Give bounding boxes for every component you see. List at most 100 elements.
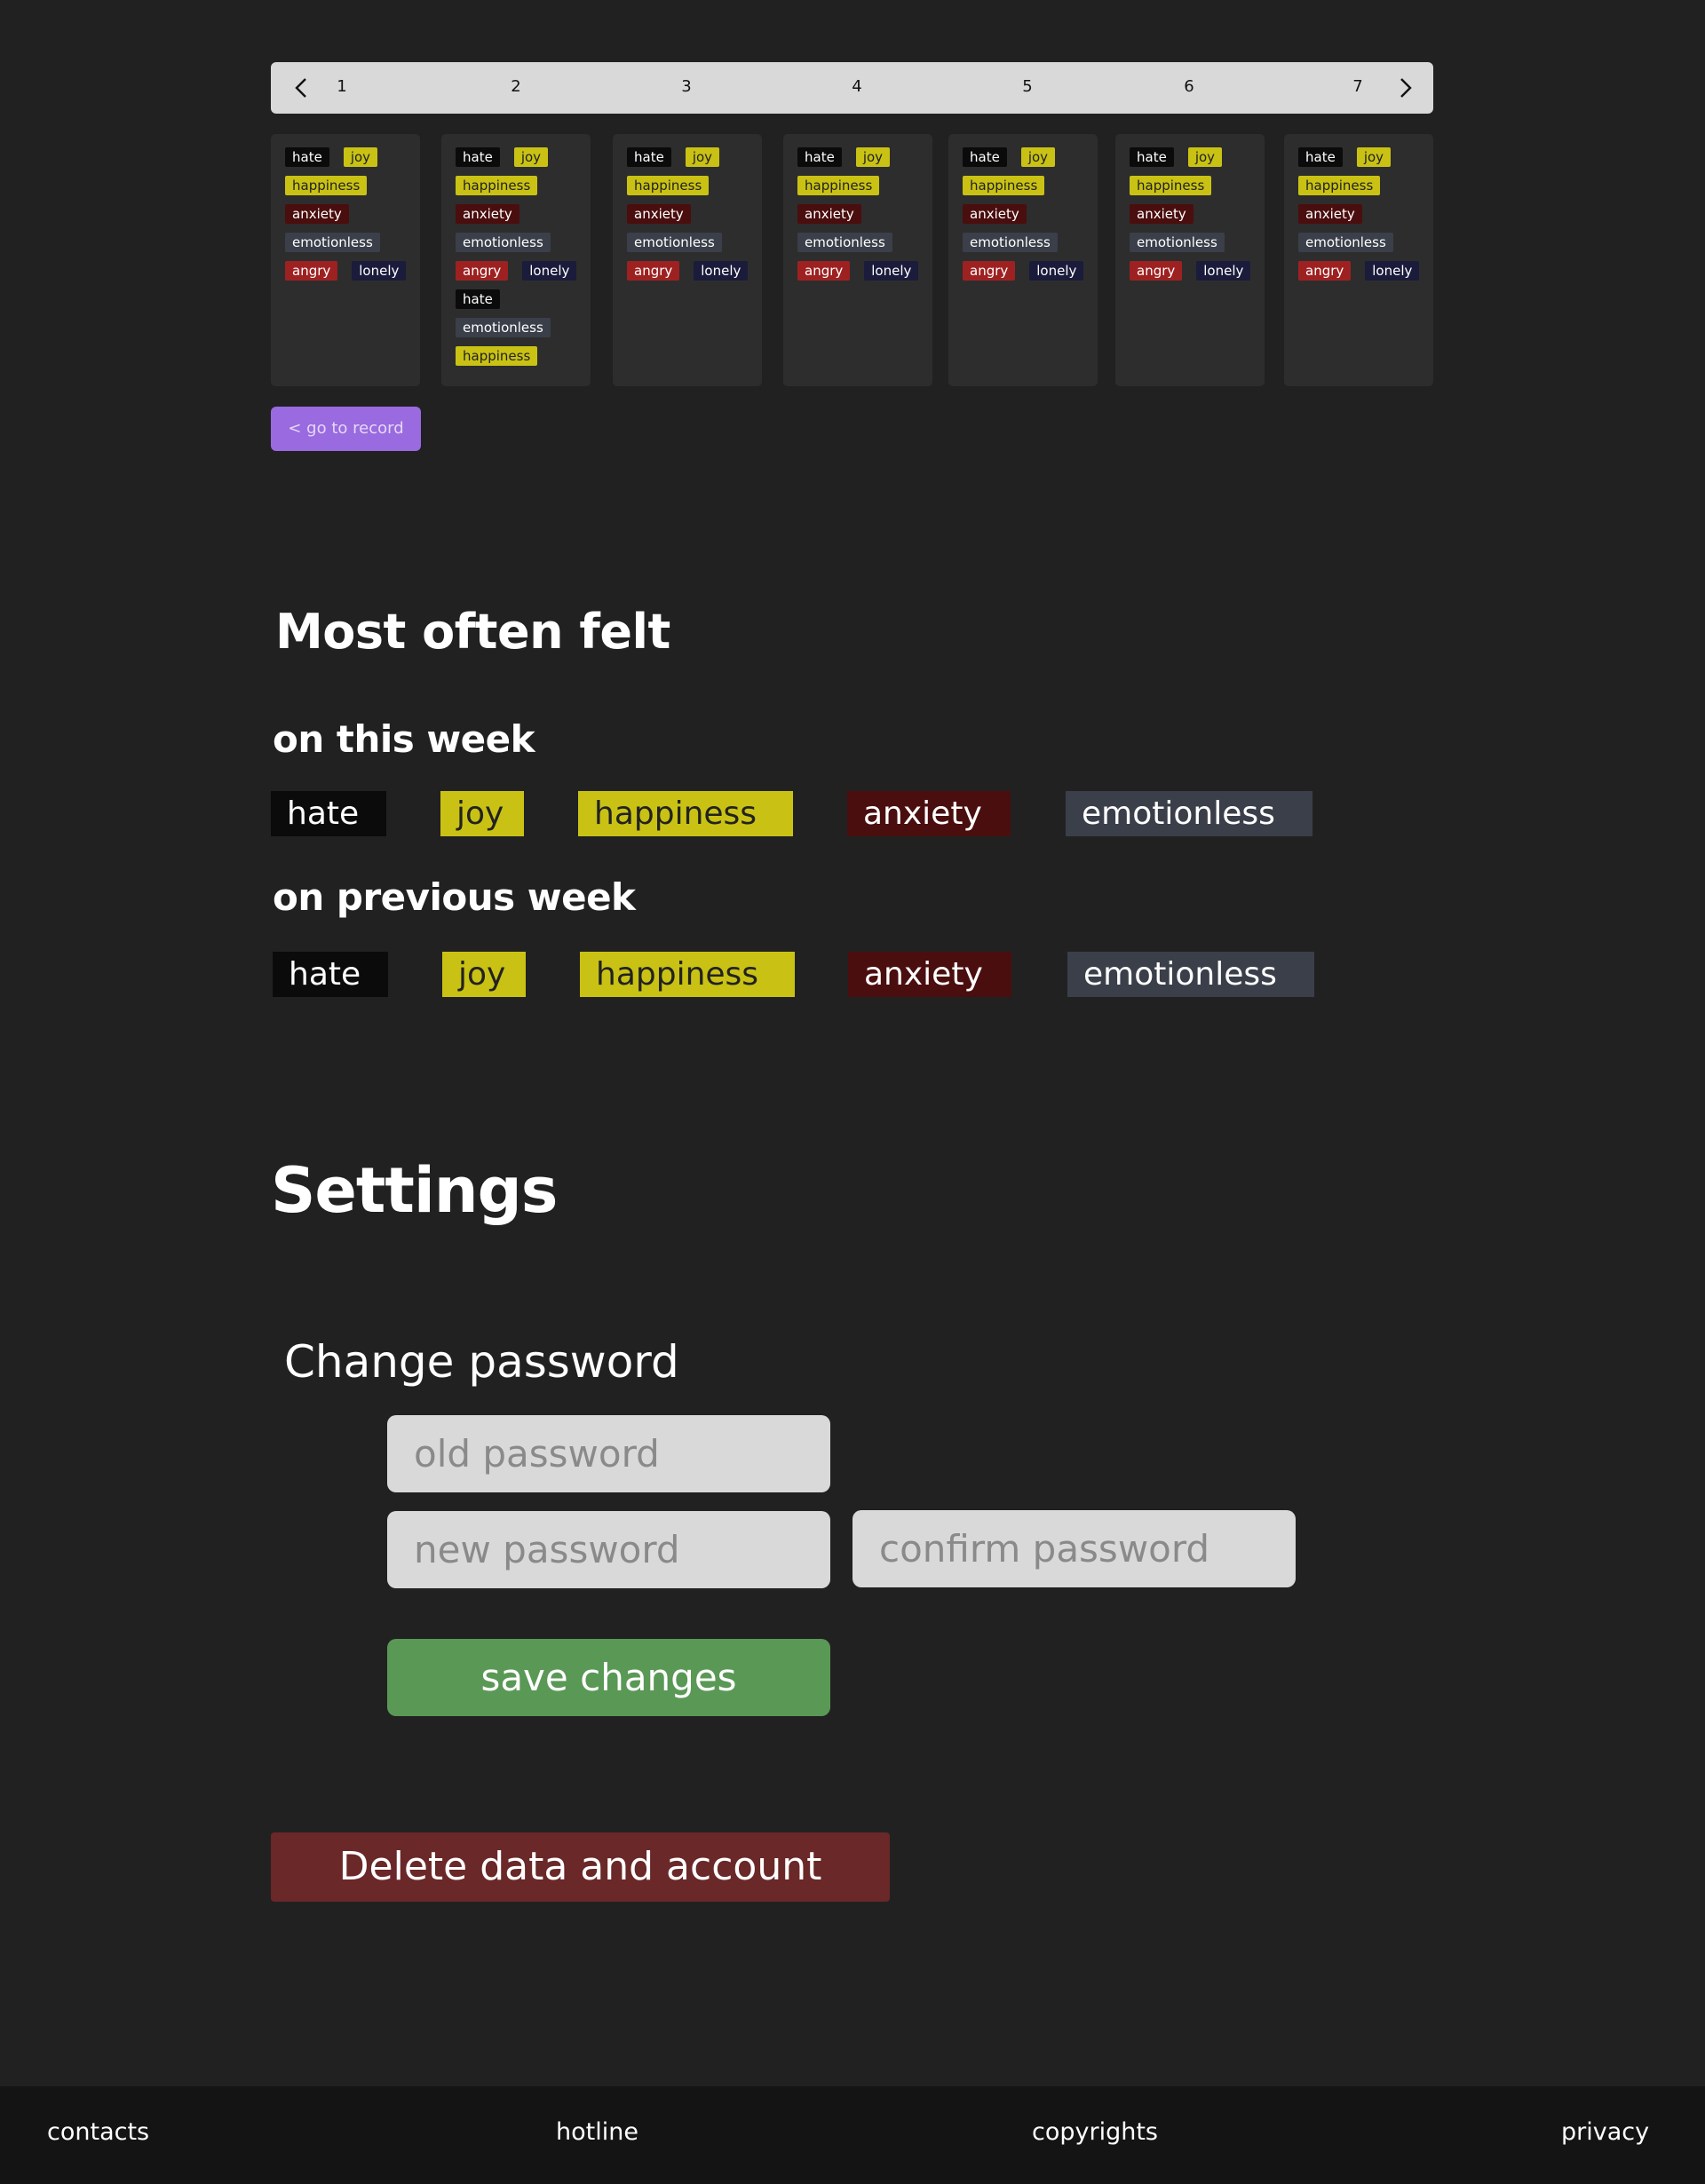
tag-row: anxiety (285, 204, 420, 233)
pager-day-1[interactable]: 1 (337, 77, 346, 96)
new-password-field[interactable] (387, 1511, 830, 1588)
emotion-tag-angry: angry (797, 261, 851, 281)
tag-row: happiness (797, 176, 932, 204)
delete-account-button[interactable]: Delete data and account (271, 1832, 890, 1902)
pager-day-2[interactable]: 2 (511, 77, 520, 96)
emotion-tag-hate: hate (627, 147, 671, 167)
emotion-tag-emotionless: emotionless (1298, 233, 1393, 252)
emotion-tag-emotionless: emotionless (627, 233, 722, 252)
save-changes-button[interactable]: save changes (387, 1639, 830, 1716)
emotion-tag-happiness: happiness (456, 176, 538, 195)
emotion-tag-lonely: lonely (694, 261, 749, 281)
emotion-tag-hate: hate (285, 147, 329, 167)
emotion-tag-emotionless: emotionless (963, 233, 1058, 252)
emotion-tag-hate: hate (963, 147, 1007, 167)
tag-row: anxiety (963, 204, 1098, 233)
pager-day-6[interactable]: 6 (1184, 77, 1194, 96)
confirm-password-field[interactable] (852, 1510, 1296, 1587)
tag-row: hate joy (456, 147, 591, 176)
day-column-5: hate joy happiness anxiety emotionless angry l… (948, 134, 1098, 386)
tag-row: hate joy (1298, 147, 1433, 176)
emotion-tag-lonely: lonely (522, 261, 577, 281)
emotion-tag-lonely: lonely (1196, 261, 1251, 281)
tag-row: emotionless (1298, 233, 1433, 261)
tag-row: emotionless (627, 233, 762, 261)
emotion-tag-angry: angry (456, 261, 509, 281)
emotion-tag-anxiety: anxiety (963, 204, 1027, 224)
emotion-tag-emotionless: emotionless (797, 233, 892, 252)
tag-row: happiness (1130, 176, 1265, 204)
previous-week-emotion-happiness: happiness (580, 952, 795, 997)
go-to-record-button[interactable]: < go to record (271, 407, 421, 451)
footer: contacts hotline copyrights privacy (0, 2086, 1705, 2184)
tag-row: angry lonely (1298, 261, 1433, 289)
this-week-emotion-hate: hate (271, 791, 386, 836)
day-column-3: hate joy happiness anxiety emotionless angry l… (613, 134, 762, 386)
old-password-field[interactable] (387, 1415, 830, 1492)
previous-week-emotion-hate: hate (273, 952, 388, 997)
pager-day-4[interactable]: 4 (852, 77, 861, 96)
emotion-tag-hate: hate (456, 289, 500, 309)
emotion-tag-happiness: happiness (797, 176, 880, 195)
previous-week-label: on previous week (273, 875, 636, 919)
emotion-tag-hate: hate (797, 147, 842, 167)
emotion-tag-angry: angry (627, 261, 680, 281)
day-column-2: hate joy happiness anxiety emotionless angry l… (441, 134, 591, 386)
tag-row: happiness (1298, 176, 1433, 204)
emotion-tag-lonely: lonely (864, 261, 919, 281)
emotion-tag-joy: joy (1356, 147, 1392, 167)
this-week-emotion-anxiety: anxiety (847, 791, 1011, 836)
emotion-tag-emotionless: emotionless (285, 233, 380, 252)
emotion-tag-happiness: happiness (456, 346, 538, 366)
day-column-4: hate joy happiness anxiety emotionless angry l… (783, 134, 932, 386)
footer-contacts-link[interactable]: contacts (47, 2118, 149, 2146)
emotion-tag-emotionless: emotionless (456, 318, 551, 337)
emotion-tag-hate: hate (1298, 147, 1343, 167)
emotion-tag-joy: joy (685, 147, 720, 167)
tag-row: hate (456, 289, 591, 318)
emotion-tag-happiness: happiness (963, 176, 1045, 195)
emotion-tag-happiness: happiness (285, 176, 368, 195)
this-week-emotion-happiness: happiness (578, 791, 793, 836)
footer-hotline-link[interactable]: hotline (556, 2118, 638, 2146)
emotion-tag-anxiety: anxiety (1298, 204, 1362, 224)
emotion-tag-hate: hate (456, 147, 500, 167)
emotion-tag-joy: joy (343, 147, 378, 167)
pager-day-3[interactable]: 3 (681, 77, 691, 96)
footer-copyrights-link[interactable]: copyrights (1032, 2118, 1158, 2146)
this-week-label: on this week (273, 717, 535, 761)
chevron-left-icon[interactable] (289, 75, 315, 101)
day-column-6: hate joy happiness anxiety emotionless angry l… (1115, 134, 1265, 386)
tag-row: angry lonely (285, 261, 420, 289)
tag-row: hate joy (627, 147, 762, 176)
emotion-tag-anxiety: anxiety (797, 204, 861, 224)
emotion-tag-emotionless: emotionless (456, 233, 551, 252)
this-week-emotion-emotionless: emotionless (1066, 791, 1312, 836)
tag-row: anxiety (1130, 204, 1265, 233)
tag-row: anxiety (627, 204, 762, 233)
tag-row: happiness (963, 176, 1098, 204)
emotion-tag-lonely: lonely (1365, 261, 1420, 281)
chevron-right-icon[interactable] (1392, 75, 1418, 101)
tag-row: hate joy (797, 147, 932, 176)
tag-row: emotionless (963, 233, 1098, 261)
footer-privacy-link[interactable]: privacy (1561, 2118, 1649, 2146)
emotion-tag-lonely: lonely (1029, 261, 1084, 281)
pager-day-5[interactable]: 5 (1022, 77, 1032, 96)
tag-row: emotionless (285, 233, 420, 261)
emotion-tag-happiness: happiness (1298, 176, 1381, 195)
emotion-tag-joy: joy (513, 147, 549, 167)
emotion-tag-joy: joy (855, 147, 891, 167)
tag-row: anxiety (456, 204, 591, 233)
previous-week-emotion-emotionless: emotionless (1067, 952, 1314, 997)
emotion-tag-joy: joy (1187, 147, 1223, 167)
tag-row: angry lonely (1130, 261, 1265, 289)
emotion-tag-lonely: lonely (352, 261, 407, 281)
tag-row: emotionless (456, 233, 591, 261)
emotion-tag-anxiety: anxiety (627, 204, 691, 224)
most-often-title: Most often felt (275, 604, 670, 660)
pager-day-7[interactable]: 7 (1352, 77, 1362, 96)
tag-row: happiness (456, 346, 591, 375)
tag-row: hate joy (285, 147, 420, 176)
tag-row: happiness (456, 176, 591, 204)
